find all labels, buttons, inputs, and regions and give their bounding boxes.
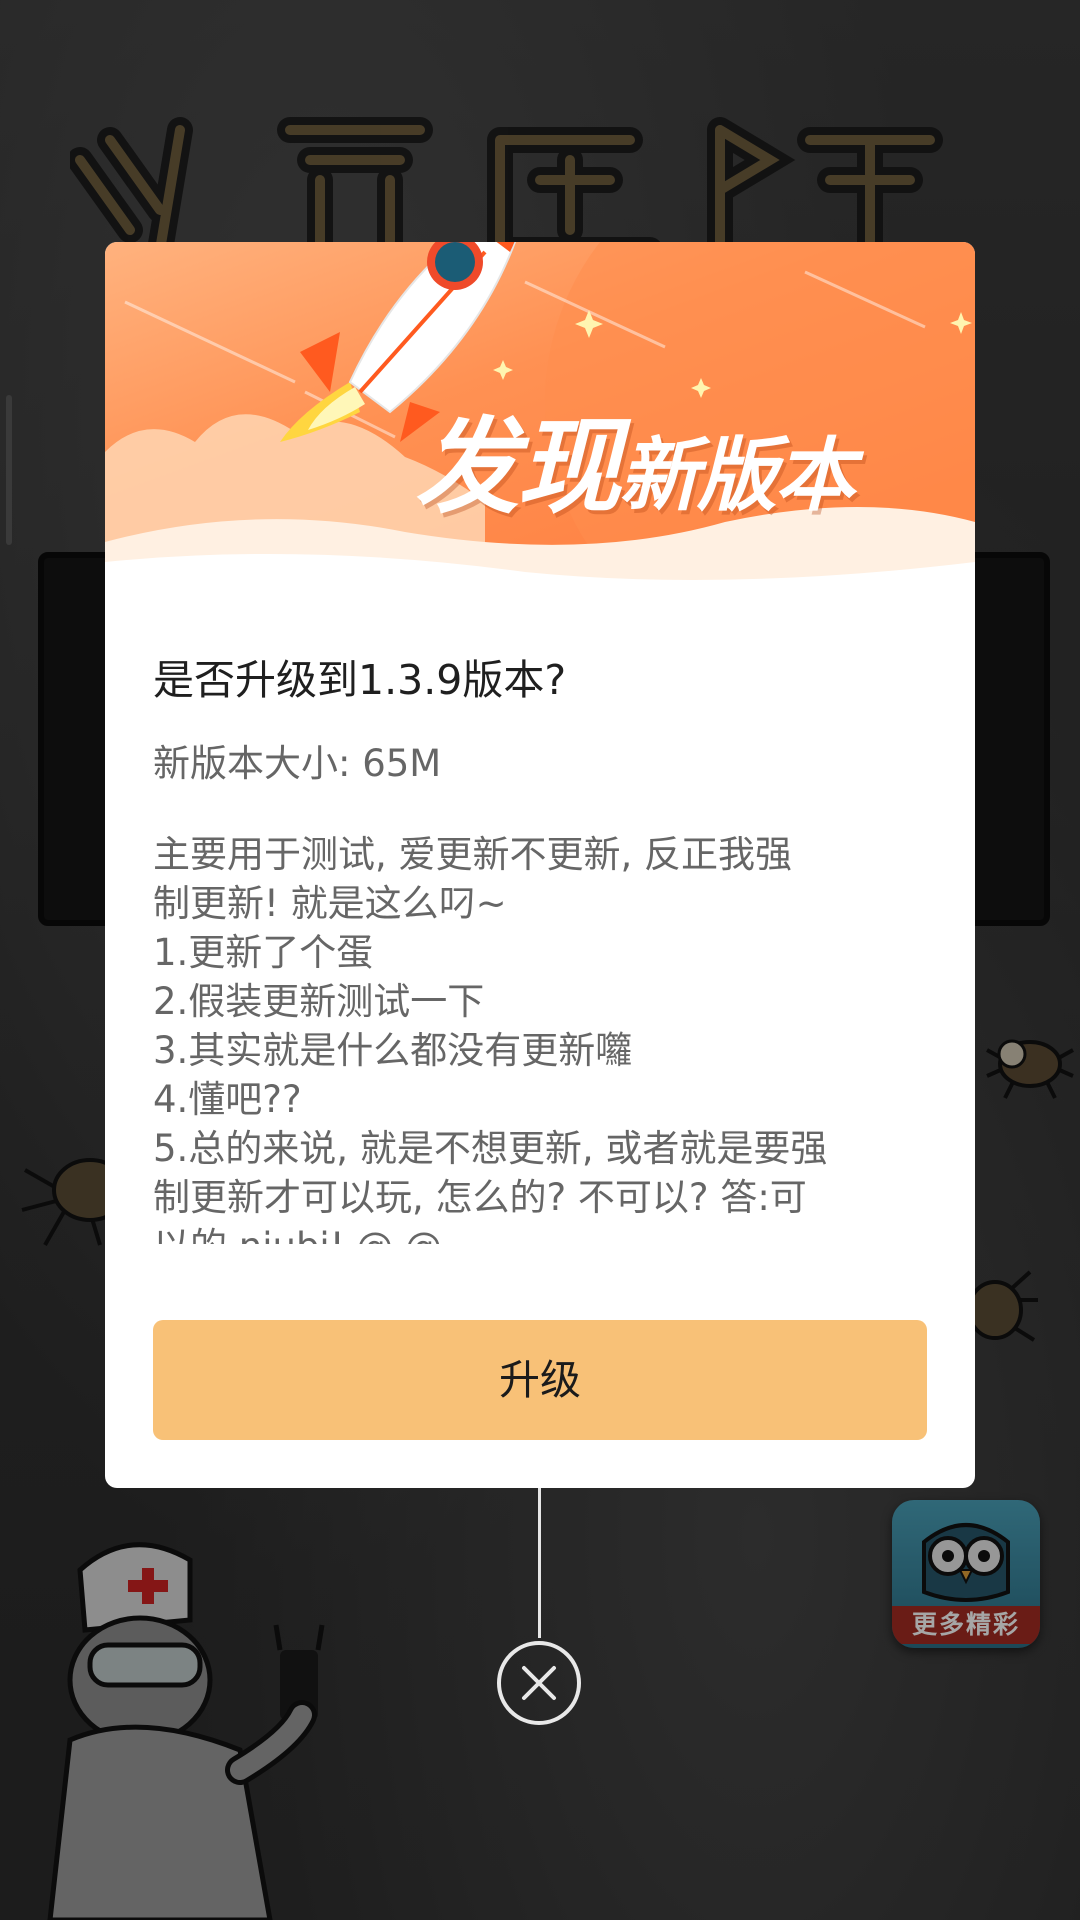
release-note-line: 2.假装更新测试一下 xyxy=(153,980,485,1023)
release-notes[interactable]: 主要用于测试, 爱更新不更新, 反正我强 制更新! 就是这么叼~ 1.更新了个蛋… xyxy=(153,830,943,1244)
release-note-line: 1.更新了个蛋 xyxy=(153,931,374,974)
close-circle-icon[interactable] xyxy=(496,1640,582,1726)
release-note-line: 3.其实就是什么都没有更新囖 xyxy=(153,1029,633,1072)
header-title-big: 发现 xyxy=(415,406,621,528)
update-question: 是否升级到1.3.9版本? xyxy=(153,656,567,704)
release-note-line: 制更新才可以玩, 怎么的? 不可以? 答:可 xyxy=(153,1176,807,1219)
release-note-line: 4.懂吧?? xyxy=(153,1078,302,1121)
update-dialog: 发现新版本 是否升级到1.3.9版本? 新版本大小: 65M 主要用于测试, 爱… xyxy=(105,242,975,1488)
release-note-line: 制更新! 就是这么叼~ xyxy=(153,882,507,925)
header-title: 发现新版本 xyxy=(415,382,975,528)
header-title-small: 新版本 xyxy=(619,429,855,522)
close-connector-line xyxy=(538,1488,541,1638)
dialog-body: 是否升级到1.3.9版本? 新版本大小: 65M 主要用于测试, 爱更新不更新,… xyxy=(153,652,933,1244)
release-note-line: 以的 niubi! @.@ xyxy=(153,1222,943,1244)
release-note-line: 5.总的来说, 就是不想更新, 或者就是要强 xyxy=(153,1127,828,1170)
release-note-line: 主要用于测试, 爱更新不更新, 反正我强 xyxy=(153,833,793,876)
app-screen: 更多精彩 发现新版本 是否升级到1.3.9版本? 新版本大小: 65M 主要用于… xyxy=(0,0,1080,1920)
dialog-header: 发现新版本 xyxy=(105,242,975,612)
update-size: 新版本大小: 65M xyxy=(153,742,442,785)
upgrade-button[interactable]: 升级 xyxy=(153,1320,927,1440)
